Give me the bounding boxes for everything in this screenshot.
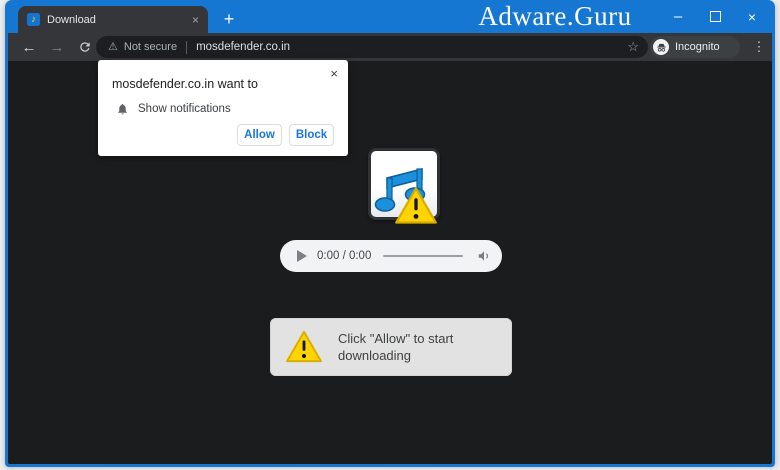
file-warning-icon — [394, 186, 438, 231]
player-time: 0:00 / 0:00 — [317, 250, 371, 262]
address-bar[interactable]: ⚠ Not secure mosdefender.co.in ☆ — [96, 36, 648, 58]
warning-triangle-icon — [285, 330, 323, 369]
forward-button[interactable]: → — [44, 33, 70, 61]
tab-download[interactable]: ♪ Download × — [18, 6, 208, 33]
reload-button[interactable] — [72, 33, 98, 61]
bell-icon — [116, 102, 129, 116]
warning-message: Click "Allow" to start downloading — [338, 330, 498, 364]
maximize-button[interactable] — [700, 0, 730, 33]
tab-title: Download — [47, 14, 192, 26]
new-tab-button[interactable]: + — [217, 7, 241, 31]
player-seekbar[interactable] — [383, 255, 463, 257]
minimize-button[interactable]: – — [663, 0, 693, 33]
download-warning-box: Click "Allow" to start downloading — [270, 318, 512, 376]
close-window-button[interactable]: × — [737, 0, 767, 33]
titlebar: ♪ Download × + Adware.Guru – × — [5, 0, 775, 33]
not-secure-icon: ⚠ — [108, 42, 118, 53]
watermark-text: Adware.Guru — [425, 0, 685, 33]
browser-toolbar: ← → ⚠ Not secure mosdefender.co.in ☆ — [8, 33, 772, 61]
popup-close-icon[interactable]: × — [330, 66, 338, 81]
maximize-icon — [710, 11, 721, 22]
omnibox-divider — [186, 41, 187, 54]
audio-player[interactable]: 0:00 / 0:00 — [280, 240, 502, 272]
block-button[interactable]: Block — [289, 124, 334, 146]
volume-icon[interactable] — [477, 249, 491, 263]
popup-title: mosdefender.co.in want to — [112, 77, 258, 91]
incognito-icon — [653, 39, 669, 55]
permission-row: Show notifications — [116, 102, 231, 116]
audio-file-icon — [360, 146, 442, 228]
reload-icon — [78, 40, 92, 54]
notification-permission-popup: × mosdefender.co.in want to Show notific… — [98, 60, 348, 156]
menu-button[interactable]: ⋮ — [748, 33, 770, 61]
security-label: Not secure — [124, 41, 177, 53]
page-content: ← → ⚠ Not secure mosdefender.co.in ☆ — [8, 33, 772, 464]
audio-favicon-icon: ♪ — [27, 13, 40, 26]
bookmark-star-icon[interactable]: ☆ — [627, 36, 639, 58]
browser-window: ♪ Download × + Adware.Guru – × ← → ⚠ Not… — [5, 0, 775, 467]
tab-close-icon[interactable]: × — [192, 14, 199, 26]
permission-label: Show notifications — [138, 103, 231, 115]
incognito-badge: Incognito — [650, 36, 740, 58]
url-text: mosdefender.co.in — [196, 41, 290, 53]
allow-button[interactable]: Allow — [237, 124, 282, 146]
back-button[interactable]: ← — [16, 33, 42, 61]
play-icon[interactable] — [297, 250, 307, 262]
incognito-label: Incognito — [675, 41, 720, 53]
